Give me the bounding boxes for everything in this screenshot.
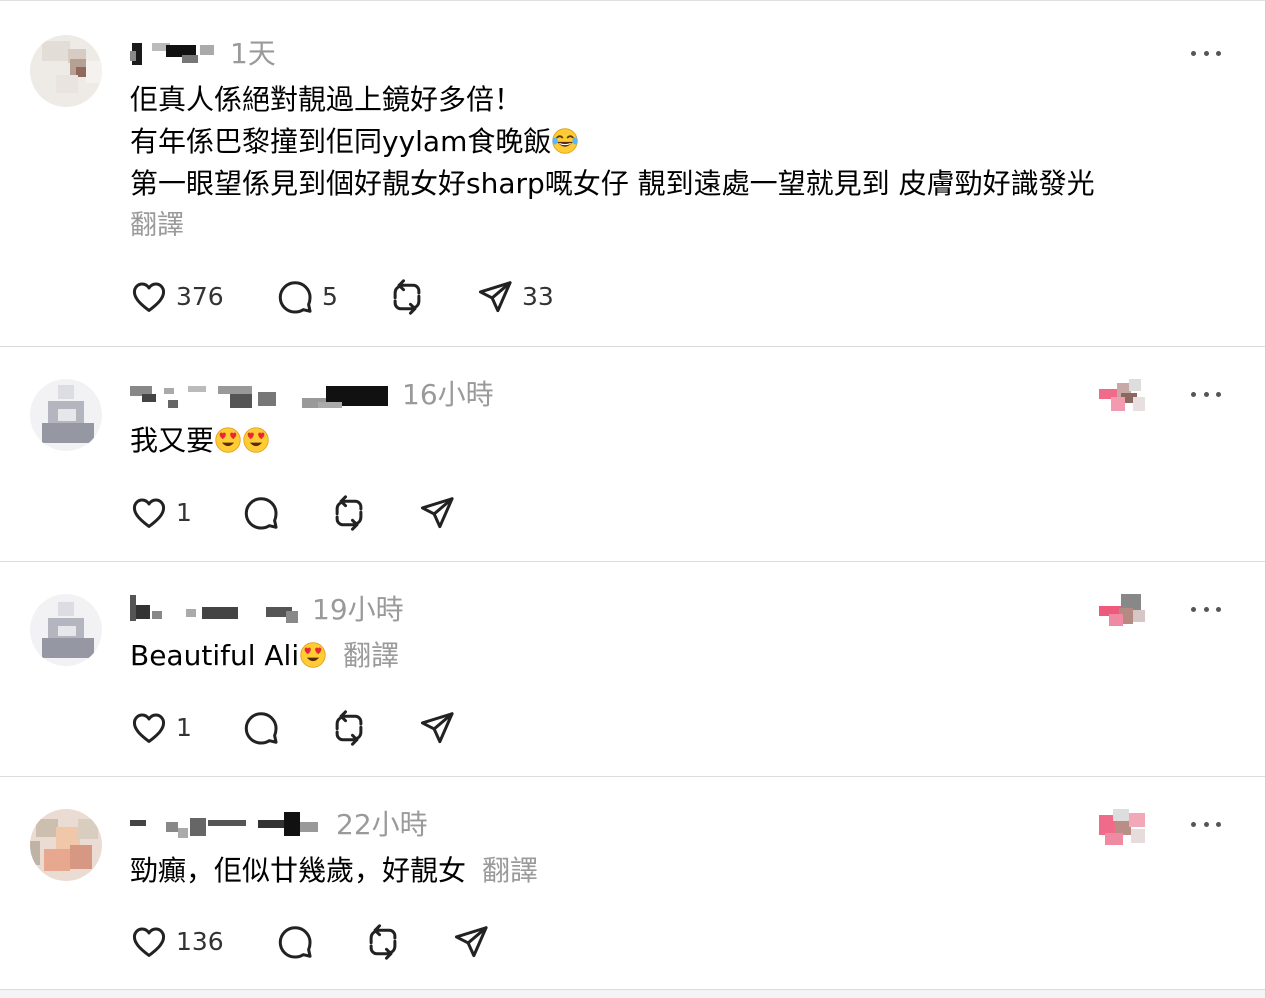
- translate-link[interactable]: 翻譯: [482, 854, 538, 887]
- action-bar: 376 5 33: [130, 277, 554, 317]
- heart-icon: [130, 494, 168, 532]
- username-redacted[interactable]: [130, 810, 322, 840]
- translate-link[interactable]: 翻譯: [130, 205, 1095, 247]
- post-text-line: 佢真人係絕對靚過上鏡好多倍！: [130, 83, 523, 116]
- share-count: 33: [522, 282, 554, 311]
- reply-count: 5: [322, 282, 338, 311]
- thread-feed: 1天 佢真人係絕對靚過上鏡好多倍！ 有年係巴黎撞到佢同yylam食晚飯 第一眼望…: [0, 0, 1266, 998]
- post-text-line: Beautiful Ali 翻譯: [130, 639, 400, 672]
- share-button[interactable]: [418, 493, 456, 533]
- post-item[interactable]: 1天 佢真人係絕對靚過上鏡好多倍！ 有年係巴黎撞到佢同yylam食晚飯 第一眼望…: [0, 1, 1265, 347]
- repost-button[interactable]: [388, 277, 476, 317]
- repost-button[interactable]: [364, 922, 452, 962]
- username-redacted[interactable]: [130, 595, 298, 625]
- comment-icon: [242, 709, 280, 747]
- post-text-line: 勁癲，佢似廿幾歲，好靚女 翻譯: [130, 854, 539, 887]
- bottom-divider: [0, 989, 1265, 998]
- action-bar: 136: [130, 922, 490, 962]
- send-icon: [476, 278, 514, 316]
- timestamp: 19小時: [312, 593, 404, 626]
- heart-eyes-emoji: [299, 641, 327, 669]
- post-text: 勁癲，佢似廿幾歲，好靚女 翻譯: [130, 850, 538, 892]
- more-options-icon[interactable]: [1191, 389, 1221, 399]
- post-text-line: 我又要: [130, 420, 270, 462]
- share-button[interactable]: [418, 708, 456, 748]
- timestamp: 1天: [230, 37, 276, 70]
- more-options-icon[interactable]: [1191, 604, 1221, 614]
- reply-button[interactable]: [242, 708, 330, 748]
- reply-preview-thumbnail[interactable]: [1099, 594, 1147, 630]
- heart-eyes-emoji: [242, 426, 270, 454]
- repost-button[interactable]: [330, 493, 418, 533]
- reply-preview-thumbnail[interactable]: [1099, 809, 1147, 845]
- share-button[interactable]: [452, 922, 490, 962]
- translate-link[interactable]: 翻譯: [343, 639, 399, 672]
- post-item[interactable]: 16小時 我又要 1: [0, 347, 1265, 562]
- repost-icon: [330, 494, 368, 532]
- send-icon: [418, 494, 456, 532]
- action-bar: 1: [130, 708, 456, 748]
- repost-icon: [364, 923, 402, 961]
- like-count: 1: [176, 498, 192, 527]
- avatar[interactable]: [30, 35, 102, 107]
- avatar[interactable]: [30, 809, 102, 881]
- comment-icon: [276, 923, 314, 961]
- username-redacted[interactable]: [130, 39, 216, 69]
- like-button[interactable]: 136: [130, 922, 276, 962]
- post-header: 19小時: [130, 595, 404, 625]
- action-bar: 1: [130, 493, 456, 533]
- repost-button[interactable]: [330, 708, 418, 748]
- like-count: 1: [176, 713, 192, 742]
- like-button[interactable]: 376: [130, 277, 276, 317]
- reply-button[interactable]: 5: [276, 277, 388, 317]
- tears-of-joy-emoji: [551, 127, 579, 155]
- like-count: 376: [176, 282, 224, 311]
- repost-icon: [388, 278, 426, 316]
- post-text-line: 第一眼望係見到個好靚女好sharp嘅女仔 靚到遠處一望就見到 皮膚勁好識發光: [130, 167, 1095, 200]
- comment-icon: [242, 494, 280, 532]
- heart-icon: [130, 278, 168, 316]
- like-count: 136: [176, 927, 224, 956]
- post-text: Beautiful Ali 翻譯: [130, 635, 399, 677]
- more-options-icon[interactable]: [1191, 819, 1221, 829]
- avatar[interactable]: [30, 379, 102, 451]
- reply-button[interactable]: [242, 493, 330, 533]
- timestamp: 22小時: [336, 808, 428, 841]
- avatar[interactable]: [30, 594, 102, 666]
- username-redacted[interactable]: [130, 380, 388, 410]
- post-item[interactable]: 22小時 勁癲，佢似廿幾歲，好靚女 翻譯 136: [0, 777, 1265, 989]
- share-button[interactable]: 33: [476, 277, 554, 317]
- send-icon: [418, 709, 456, 747]
- like-button[interactable]: 1: [130, 493, 242, 533]
- heart-eyes-emoji: [214, 426, 242, 454]
- reply-preview-thumbnail[interactable]: [1099, 379, 1147, 415]
- comment-icon: [276, 278, 314, 316]
- post-text: 佢真人係絕對靚過上鏡好多倍！ 有年係巴黎撞到佢同yylam食晚飯 第一眼望係見到…: [130, 79, 1095, 247]
- post-text-line: 有年係巴黎撞到佢同yylam食晚飯: [130, 121, 1095, 163]
- reply-button[interactable]: [276, 922, 364, 962]
- repost-icon: [330, 709, 368, 747]
- heart-icon: [130, 923, 168, 961]
- heart-icon: [130, 709, 168, 747]
- post-text: 我又要: [130, 420, 270, 462]
- post-item[interactable]: 19小時 Beautiful Ali 翻譯 1: [0, 562, 1265, 777]
- post-header: 16小時: [130, 380, 494, 410]
- send-icon: [452, 923, 490, 961]
- like-button[interactable]: 1: [130, 708, 242, 748]
- post-header: 1天: [130, 39, 276, 69]
- timestamp: 16小時: [402, 378, 494, 411]
- post-header: 22小時: [130, 810, 428, 840]
- more-options-icon[interactable]: [1191, 48, 1221, 58]
